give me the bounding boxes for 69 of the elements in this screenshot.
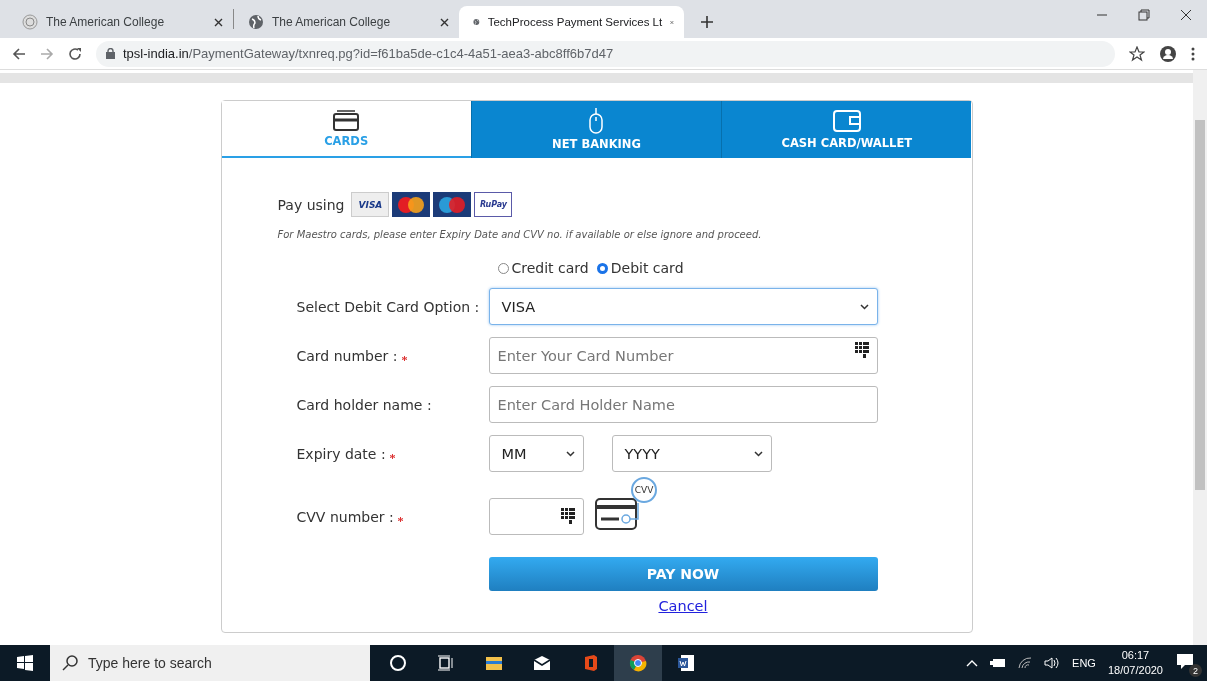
card-type-radio[interactable]: Debit card (596, 260, 684, 276)
reload-icon[interactable] (68, 46, 82, 61)
card-type-radio[interactable]: Credit card (497, 260, 589, 276)
field-label: Expiry date : (296, 445, 386, 462)
chevron-down-icon (753, 450, 763, 457)
lock-icon (106, 48, 115, 59)
search-icon (62, 655, 78, 671)
keypad-icon (560, 508, 575, 525)
chevron-down-icon (859, 303, 869, 310)
field-label: Card holder name : (296, 396, 432, 413)
tab-title: The American College (272, 15, 392, 29)
rupay-logo: RuPay (474, 192, 513, 217)
card-icon (333, 109, 360, 131)
address-bar[interactable]: tpsl-india.in/PaymentGateway/txnreq.pg?id=f61ba5de-c1c4-4a51-aea3-abc8ff6b7d47 (96, 40, 1115, 67)
payment-tab[interactable]: CASH CARD/WALLET (721, 101, 972, 158)
word-icon[interactable] (677, 654, 695, 672)
battery-icon[interactable] (990, 658, 1007, 668)
wallet-icon (832, 109, 861, 133)
close-icon[interactable] (440, 17, 449, 27)
browser-tab[interactable]: The American College (234, 6, 459, 38)
clock-time[interactable]: 06:17 (1121, 648, 1150, 663)
globe-icon (248, 14, 264, 30)
account-icon[interactable] (1159, 44, 1177, 63)
pay-using-label: Pay using (277, 196, 345, 213)
task-view-icon[interactable] (437, 654, 455, 672)
browser-tab[interactable]: The American College (8, 6, 233, 38)
field-label: Select Debit Card Option : (296, 298, 480, 315)
text-field[interactable]: Enter Your Card Number (488, 337, 878, 374)
mail-icon[interactable] (533, 654, 551, 672)
star-icon[interactable] (1129, 45, 1145, 62)
windows-start-icon[interactable] (17, 655, 33, 671)
card-option-dropdown[interactable]: VISA (488, 288, 878, 325)
clock-date[interactable]: 18/07/2020 (1107, 663, 1163, 678)
year-dropdown[interactable]: YYYY (611, 435, 772, 472)
tab-title: TechProcess Payment Services Lt (487, 16, 663, 28)
menu-icon[interactable] (1191, 46, 1195, 61)
back-icon[interactable] (12, 46, 26, 61)
cancel-link[interactable]: Cancel (658, 598, 708, 614)
field-label: Card number : (296, 347, 398, 364)
maestro-logo (433, 192, 472, 217)
chrome-icon[interactable] (629, 654, 647, 672)
notification-icon[interactable] (1175, 651, 1195, 671)
url-text: tpsl-india.in/PaymentGateway/txnreq.pg?id=f61ba5de-c1c4-4a51-aea3-abc8ff6b7d47 (123, 46, 614, 61)
chevron-down-icon (565, 450, 575, 457)
visa-logo: VISA (351, 192, 390, 217)
text-field[interactable]: Enter Card Holder Name (488, 386, 878, 423)
mastercard-logo (392, 192, 431, 217)
field-label: CVV number : (296, 508, 394, 525)
month-dropdown[interactable]: MM (488, 435, 584, 472)
cvv-card-drawing: CVV (593, 476, 660, 533)
close-icon[interactable] (214, 17, 223, 27)
folder-icon[interactable] (485, 654, 503, 672)
volume-icon[interactable] (1044, 657, 1061, 669)
wifi-icon[interactable] (1018, 657, 1033, 669)
keypad-icon (854, 342, 869, 359)
maestro-note: For Maestro cards, please enter Expiry Date and CVV no. if available or else ignore and proceed. (277, 229, 763, 240)
taskbar-search-field[interactable]: Type here to search (50, 645, 370, 681)
language-indicator[interactable]: ENG (1072, 657, 1096, 669)
mouse-icon (588, 108, 605, 134)
scrollbar[interactable] (1193, 70, 1207, 645)
new-tab-icon[interactable] (700, 15, 714, 29)
chevron-up-icon[interactable] (966, 659, 979, 667)
cvv-field[interactable] (488, 498, 584, 535)
cortana-icon[interactable] (389, 654, 407, 672)
payment-tab[interactable]: NET BANKING (470, 101, 722, 158)
notification-count: 2 (1189, 664, 1202, 677)
browser-tab[interactable]: TechProcess Payment Services Lt (459, 6, 684, 38)
seal-icon (22, 14, 38, 30)
tab-title: The American College (46, 15, 166, 29)
